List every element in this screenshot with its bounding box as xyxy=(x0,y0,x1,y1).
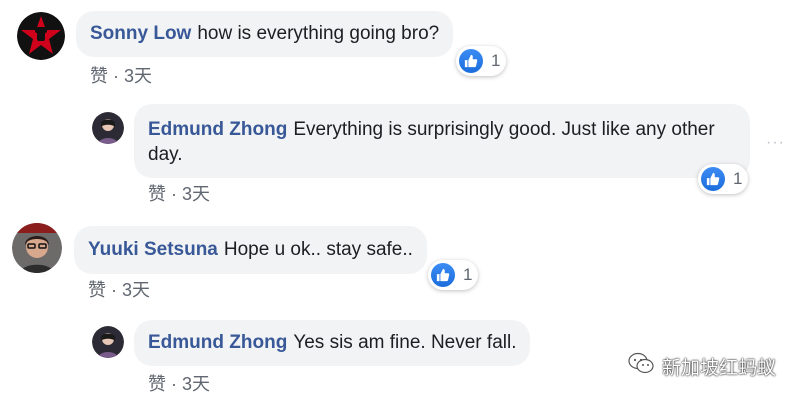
comment-bubble: Yuuki Setsuna Hope u ok.. stay safe.. xyxy=(74,226,427,274)
like-reaction-count[interactable]: 1 xyxy=(698,164,749,194)
avatar-yuuki-setsuna[interactable] xyxy=(12,223,62,273)
wechat-icon xyxy=(628,352,654,380)
comment-author[interactable]: Sonny Low xyxy=(90,23,191,44)
watermark-text: 新加坡红蚂蚁 xyxy=(662,357,777,379)
comment-meta: 赞 · 3天 xyxy=(90,62,152,88)
comment-author[interactable]: Edmund Zhong xyxy=(148,332,287,353)
avatar-sonny-low[interactable] xyxy=(17,12,65,60)
comment-text: Yes sis am fine. Never fall. xyxy=(293,332,517,353)
like-reaction-count[interactable]: 1 xyxy=(456,46,507,76)
more-options-icon[interactable]: ··· xyxy=(766,134,785,152)
watermark: 新加坡红蚂蚁 xyxy=(628,352,776,380)
comment-meta: 赞 · 3天 xyxy=(148,370,210,396)
like-link[interactable]: 赞 · 3天 xyxy=(90,66,152,86)
avatar-edmund-zhong[interactable] xyxy=(92,326,124,358)
comment-author[interactable]: Edmund Zhong xyxy=(148,119,287,140)
like-reaction-count[interactable]: 1 xyxy=(428,260,479,290)
comment-bubble: Edmund Zhong Everything is surprisingly g… xyxy=(134,104,750,178)
like-count: 1 xyxy=(463,265,473,284)
comment-text: Hope u ok.. stay safe.. xyxy=(223,239,413,260)
comment-meta: 赞 · 3天 xyxy=(148,180,210,206)
comment-text: how is everything going bro? xyxy=(197,23,440,44)
person-avatar xyxy=(92,326,124,358)
like-count: 1 xyxy=(733,169,743,188)
thumbs-up-icon xyxy=(701,167,725,191)
person-glasses-avatar xyxy=(12,223,62,273)
star-fist-avatar xyxy=(17,12,65,60)
thumbs-up-icon xyxy=(459,49,483,73)
comment-bubble: Sonny Low how is everything going bro? xyxy=(76,11,454,57)
thumbs-up-icon xyxy=(431,263,455,287)
like-count: 1 xyxy=(491,51,501,70)
like-link[interactable]: 赞 · 3天 xyxy=(148,184,210,204)
comment-meta: 赞 · 3天 xyxy=(88,276,150,302)
comment-bubble: Edmund Zhong Yes sis am fine. Never fall. xyxy=(134,320,531,366)
comment-author[interactable]: Yuuki Setsuna xyxy=(88,239,218,260)
avatar-edmund-zhong[interactable] xyxy=(92,112,124,144)
like-link[interactable]: 赞 · 3天 xyxy=(148,374,210,394)
person-avatar xyxy=(92,112,124,144)
like-link[interactable]: 赞 · 3天 xyxy=(88,280,150,300)
